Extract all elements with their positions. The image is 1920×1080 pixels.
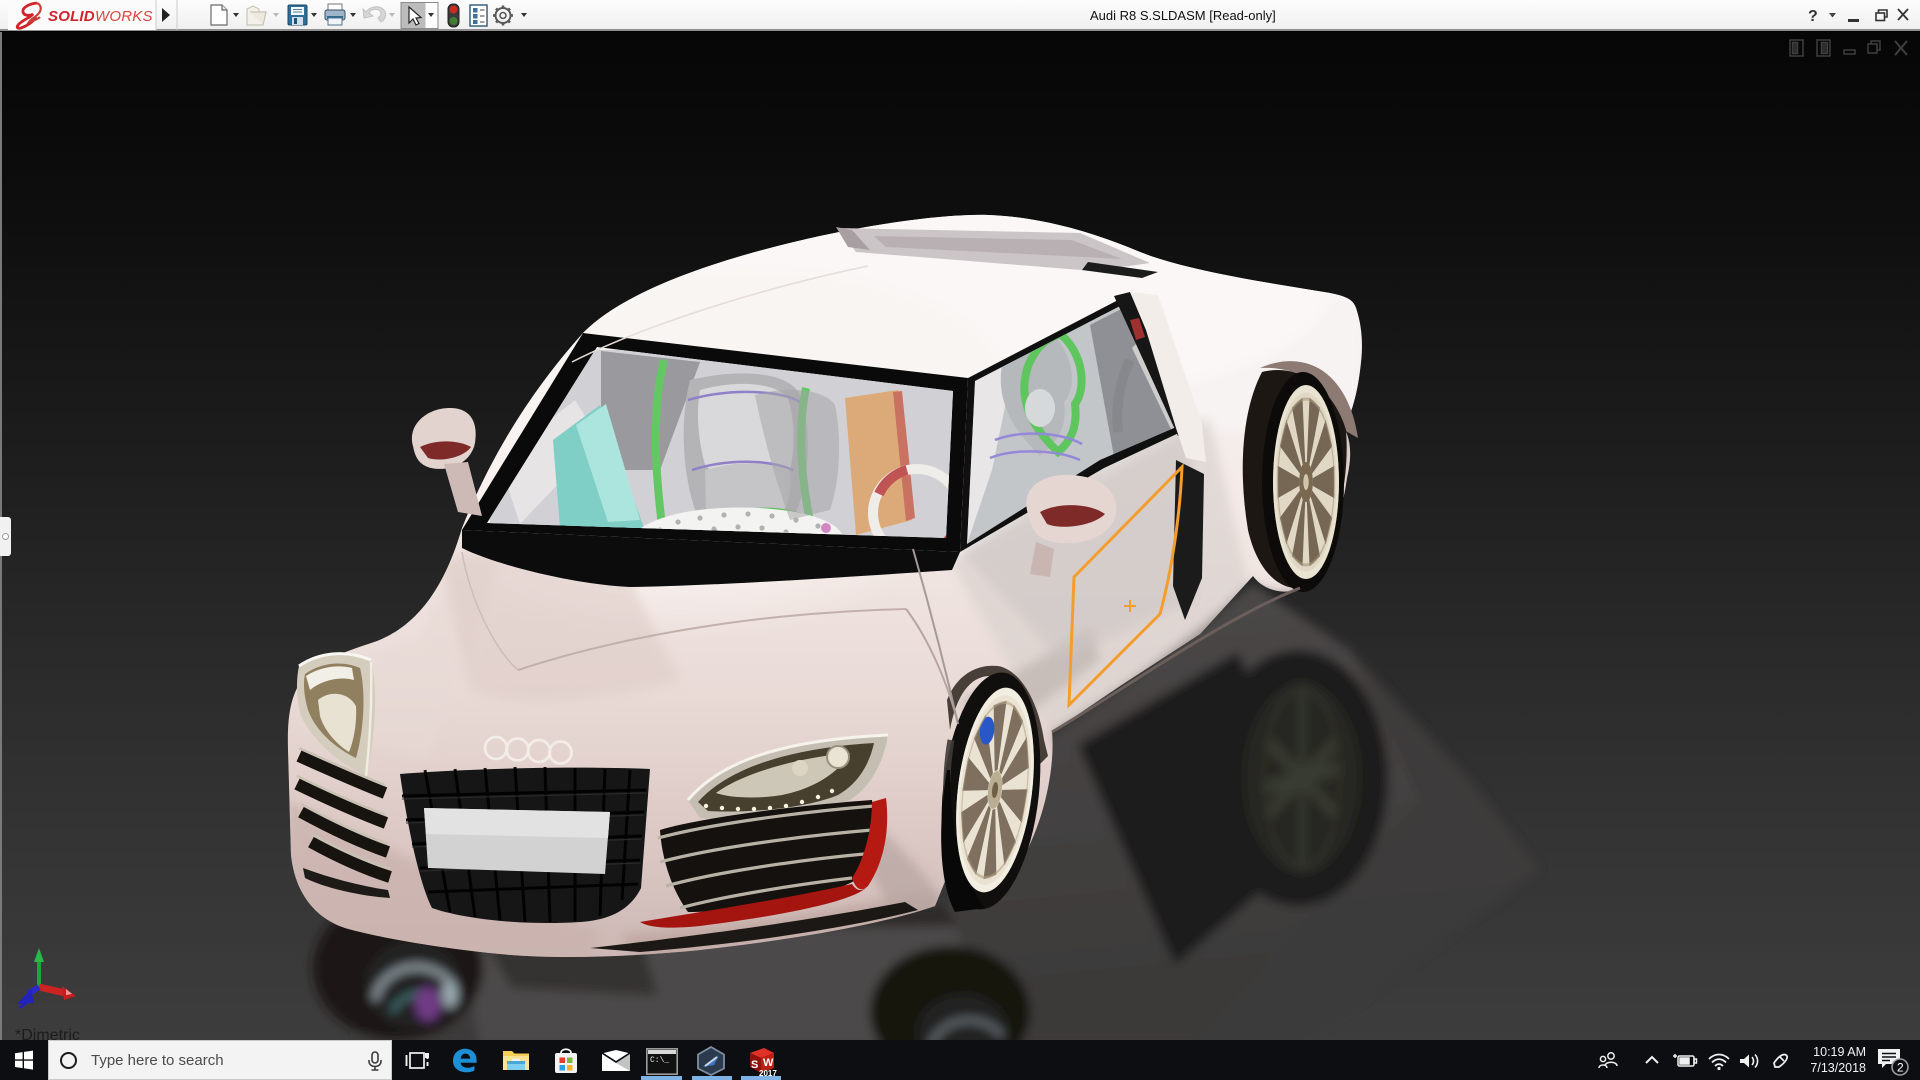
svg-text:SOLID: SOLID	[48, 8, 95, 25]
svg-text:WORKS: WORKS	[95, 8, 153, 25]
svg-text:2: 2	[1897, 1061, 1904, 1075]
svg-text:C:\_: C:\_	[650, 1056, 669, 1065]
svg-text:?: ?	[1808, 8, 1818, 25]
svg-text:S: S	[751, 1059, 758, 1071]
svg-text:W: W	[763, 1057, 774, 1069]
